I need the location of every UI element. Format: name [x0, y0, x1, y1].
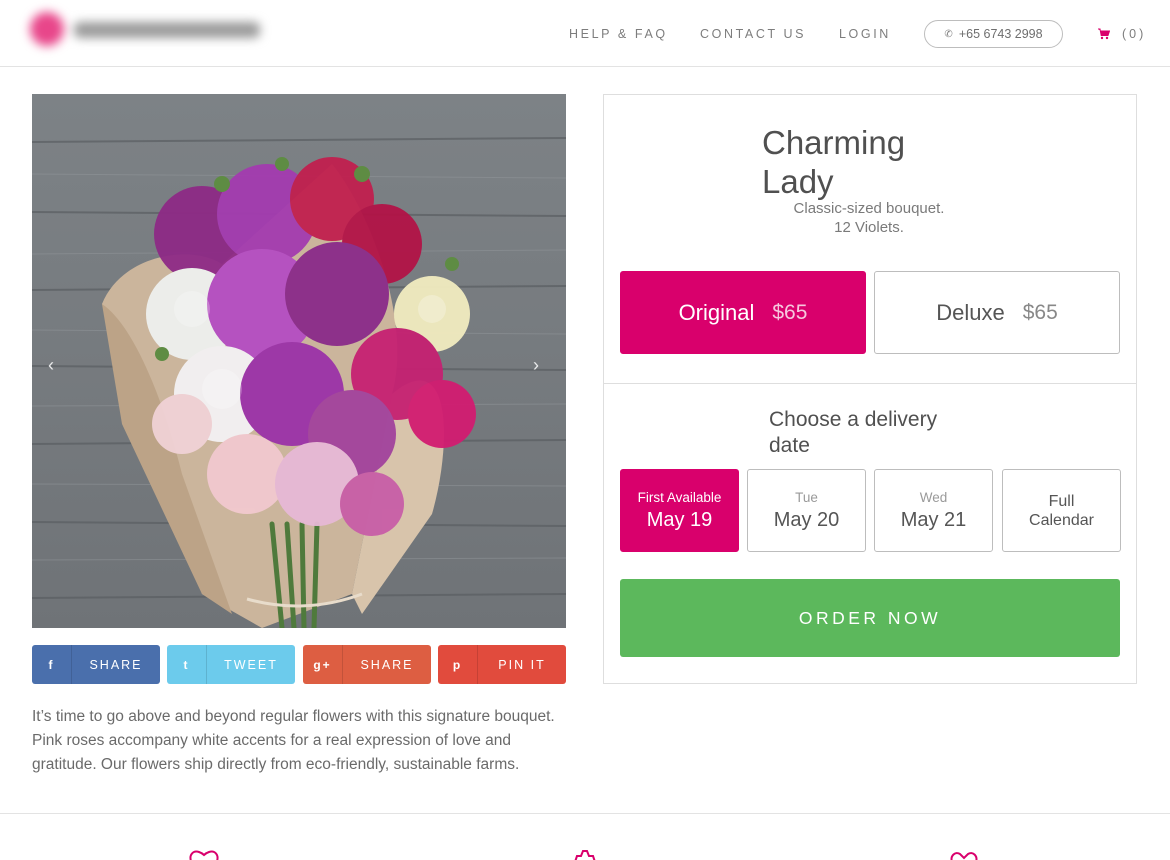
order-now-button[interactable]: ORDER NOW	[620, 579, 1120, 657]
date-option-may-20[interactable]: Tue May 20	[747, 469, 866, 552]
share-label: SHARE	[360, 657, 414, 672]
share-label: PIN IT	[498, 657, 546, 672]
carousel-next-button[interactable]: ›	[533, 355, 539, 376]
logo-mark	[30, 12, 64, 46]
date-day: Wed	[919, 489, 948, 505]
share-facebook-button[interactable]: f SHARE	[32, 645, 160, 684]
delivery-heading: Choose a delivery date	[769, 408, 938, 457]
date-day: Tue	[795, 489, 818, 505]
product-title: Charming Lady	[762, 124, 906, 200]
full-calendar-label: Full Calendar	[1029, 492, 1094, 529]
brand-logo[interactable]	[28, 8, 264, 54]
nav-login[interactable]: LOGIN	[839, 27, 891, 41]
twitter-icon: t	[167, 645, 207, 684]
google-plus-icon: g+	[303, 645, 343, 684]
size-price: $65	[772, 300, 808, 324]
date-value: May 19	[646, 508, 713, 531]
size-name: Original	[678, 299, 755, 325]
pinterest-icon: p	[438, 645, 478, 684]
share-label: SHARE	[89, 657, 143, 672]
facebook-icon: f	[32, 645, 72, 684]
date-option-may-19[interactable]: First Available May 19	[620, 469, 739, 552]
product-photo	[32, 94, 566, 628]
share-twitter-button[interactable]: t TWEET	[167, 645, 295, 684]
share-google-plus-button[interactable]: g+ SHARE	[303, 645, 431, 684]
full-calendar-button[interactable]: Full Calendar	[1002, 469, 1121, 552]
date-option-may-21[interactable]: Wed May 21	[874, 469, 993, 552]
card-divider	[604, 383, 1136, 384]
product-subtitle: Classic-sized bouquet. 12 Violets.	[793, 200, 945, 236]
nav-contact-us[interactable]: CONTACT US	[700, 27, 806, 41]
share-pinterest-button[interactable]: p PIN IT	[438, 645, 566, 684]
footer-divider	[0, 813, 1170, 814]
phone-button[interactable]: ✆ +65 6743 2998	[924, 20, 1063, 48]
bouquet-illustration	[32, 94, 566, 628]
phone-number: +65 6743 2998	[958, 27, 1043, 41]
logo-wordmark	[74, 22, 260, 38]
size-name: Deluxe	[936, 299, 1005, 325]
site-header: HELP & FAQ CONTACT US LOGIN ✆ +65 6743 2…	[0, 0, 1170, 67]
product-card: Charming Lady Classic-sized bouquet. 12 …	[603, 94, 1137, 684]
share-label: TWEET	[224, 657, 278, 672]
cart-button[interactable]: (0)	[1098, 27, 1146, 41]
heart-outline-icon	[189, 850, 219, 860]
date-value: May 21	[900, 508, 967, 531]
date-day: First Available	[637, 489, 722, 505]
cart-icon	[1098, 28, 1110, 40]
size-price: $65	[1022, 300, 1058, 324]
product-description: It’s time to go above and beyond regular…	[32, 708, 555, 773]
size-deluxe-button[interactable]: Deluxe $65	[874, 271, 1120, 354]
phone-icon: ✆	[944, 28, 953, 40]
date-value: May 20	[773, 508, 840, 531]
heart-ribbon-icon	[950, 852, 978, 860]
cart-count: (0)	[1122, 27, 1147, 41]
badge-icon	[574, 850, 596, 860]
size-original-button[interactable]: Original $65	[620, 271, 866, 354]
carousel-prev-button[interactable]: ‹	[48, 355, 54, 376]
nav-help-faq[interactable]: HELP & FAQ	[569, 27, 668, 41]
